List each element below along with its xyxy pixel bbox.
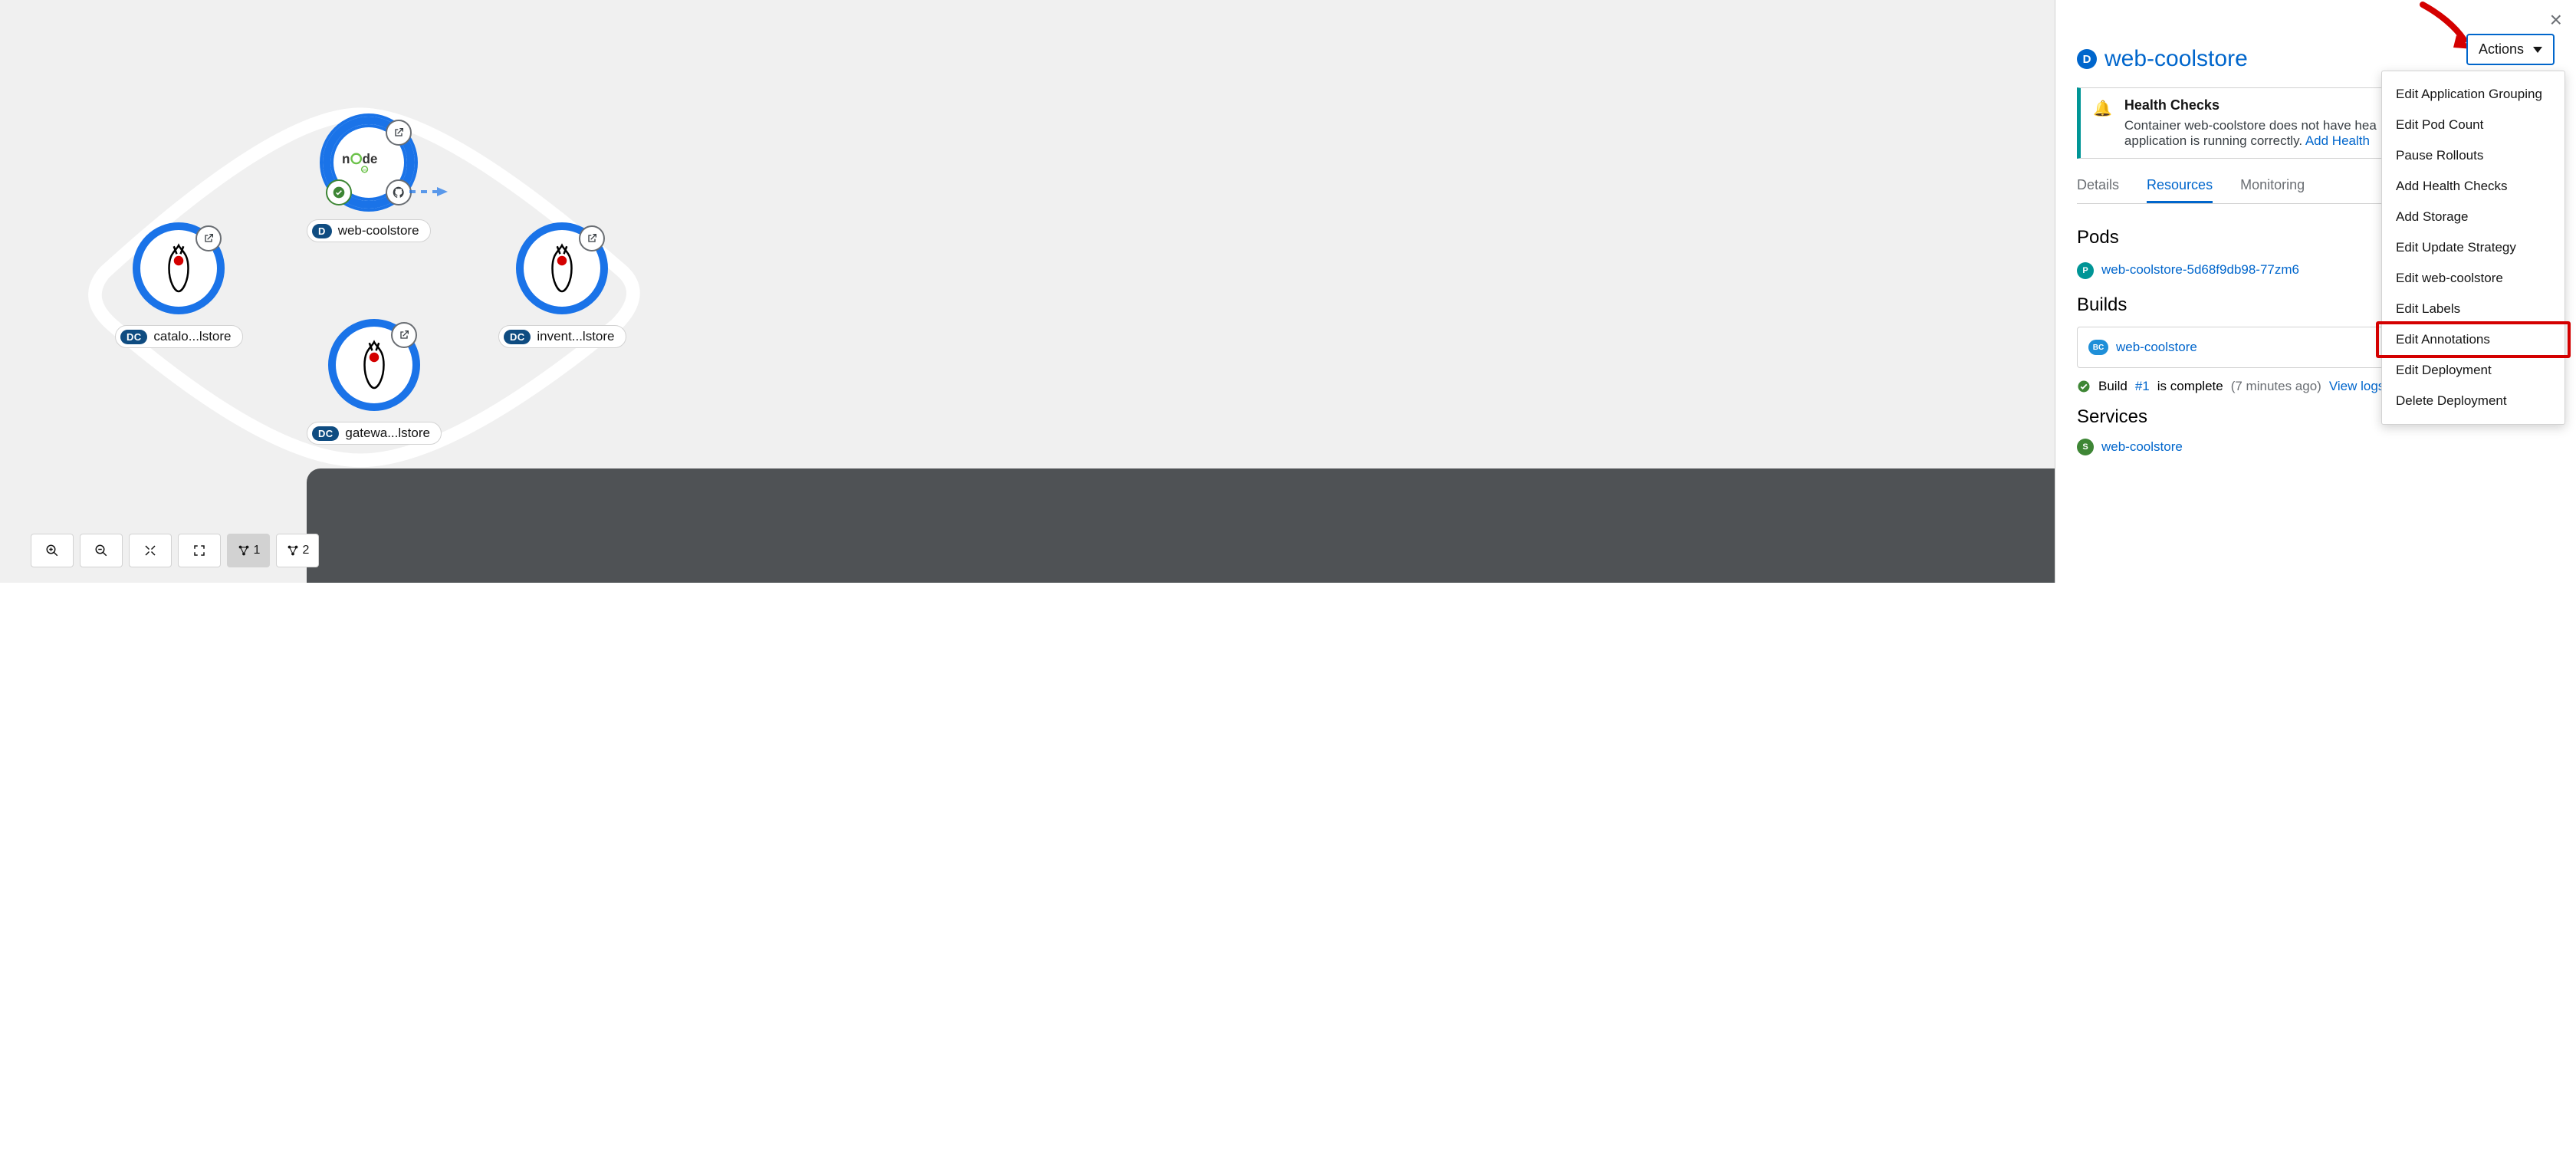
node-ring [328,319,420,411]
layout-2-label: 2 [303,544,310,557]
service-badge: S [2077,439,2094,455]
open-url-icon[interactable] [386,120,412,146]
node-ring: n de JS [323,117,415,209]
build-row-prefix: Build [2098,379,2128,394]
node-gateway-coolstore[interactable]: DC gatewa...lstore [307,319,442,445]
build-number-link[interactable]: #1 [2135,379,2150,394]
application-label-chip[interactable]: A coolstore [307,468,2055,583]
layout-1-button[interactable]: 1 [227,534,270,567]
bell-icon: 🔔 [2093,99,2112,149]
build-row-time: (7 minutes ago) [2231,379,2321,394]
node-label: web-coolstore [338,223,419,238]
build-status [2077,380,2091,393]
actions-dropdown: Edit Application Grouping Edit Pod Count… [2381,71,2565,425]
node-label-chip[interactable]: DC catalo...lstore [115,325,243,348]
node-label: catalo...lstore [153,329,231,344]
caret-down-icon [2533,47,2542,53]
build-row-text: is complete [2157,379,2223,394]
menu-item[interactable]: Edit Application Grouping [2382,79,2564,110]
deploymentconfig-badge: DC [312,426,339,441]
alert-title: Health Checks [2124,97,2377,113]
panel-title-text[interactable]: web-coolstore [2104,46,2248,72]
zoom-in-button[interactable] [31,534,74,567]
graph-icon [286,544,300,557]
jboss-icon [355,338,393,392]
deploymentconfig-badge: DC [120,330,147,344]
topology-canvas[interactable]: n de JS D web-coolstore [0,0,2055,583]
menu-item-edit-annotations[interactable]: Edit Annotations [2382,324,2564,355]
topology-toolbar: 1 2 [31,534,319,567]
actions-button[interactable]: Actions [2466,34,2555,65]
graph-icon [237,544,251,557]
deploymentconfig-badge: DC [504,330,531,344]
menu-item[interactable]: Add Health Checks [2382,171,2564,202]
menu-item[interactable]: Edit Deployment [2382,355,2564,386]
node-ring [133,222,225,314]
deployment-badge: D [312,224,332,238]
node-label: invent...lstore [537,329,614,344]
node-label-chip[interactable]: DC invent...lstore [498,325,626,348]
alert-text: Container web-coolstore does not have he… [2124,118,2377,149]
open-url-icon[interactable] [579,225,605,251]
node-inventory-coolstore[interactable]: DC invent...lstore [498,222,626,348]
check-circle-icon [2077,380,2091,393]
node-label-chip[interactable]: DC gatewa...lstore [307,422,442,445]
node-catalog-coolstore[interactable]: DC catalo...lstore [115,222,243,348]
buildconfig-badge: BC [2088,340,2108,355]
layout-1-label: 1 [254,544,261,557]
node-label-chip[interactable]: D web-coolstore [307,219,431,242]
menu-item[interactable]: Pause Rollouts [2382,140,2564,171]
menu-item[interactable]: Edit web-coolstore [2382,263,2564,294]
jboss-icon [159,242,198,295]
app-root: n de JS D web-coolstore [0,0,2576,583]
tab-resources[interactable]: Resources [2147,173,2213,203]
fit-to-screen-button[interactable] [129,534,172,567]
menu-item[interactable]: Edit Labels [2382,294,2564,324]
layout-2-button[interactable]: 2 [276,534,319,567]
source-git-icon[interactable] [386,179,412,205]
node-web-coolstore[interactable]: n de JS D web-coolstore [307,117,431,242]
menu-item[interactable]: Add Storage [2382,202,2564,232]
tab-monitoring[interactable]: Monitoring [2240,173,2305,203]
menu-item[interactable]: Edit Update Strategy [2382,232,2564,263]
deployment-badge: D [2077,49,2097,69]
tab-details[interactable]: Details [2077,173,2119,203]
jboss-icon [543,242,581,295]
service-link[interactable]: web-coolstore [2101,439,2183,455]
open-url-icon[interactable] [196,225,222,251]
node-ring [516,222,608,314]
topology-edge-arrow [409,184,448,203]
open-url-icon[interactable] [391,322,417,348]
close-icon[interactable]: × [2550,9,2562,31]
actions-button-label: Actions [2479,41,2524,58]
pod-link[interactable]: web-coolstore-5d68f9db98-77zm6 [2101,262,2299,278]
buildconfig-link[interactable]: web-coolstore [2116,340,2197,355]
menu-item[interactable]: Delete Deployment [2382,386,2564,416]
reset-view-button[interactable] [178,534,221,567]
menu-item[interactable]: Edit Pod Count [2382,110,2564,140]
build-success-icon [326,179,352,205]
zoom-out-button[interactable] [80,534,123,567]
node-label: gatewa...lstore [345,426,430,441]
side-panel: × D web-coolstore Actions Edit Applicati… [2055,0,2576,583]
pod-badge: P [2077,262,2094,279]
add-health-checks-link[interactable]: Add Health [2305,133,2370,148]
view-logs-link[interactable]: View logs [2329,379,2384,394]
